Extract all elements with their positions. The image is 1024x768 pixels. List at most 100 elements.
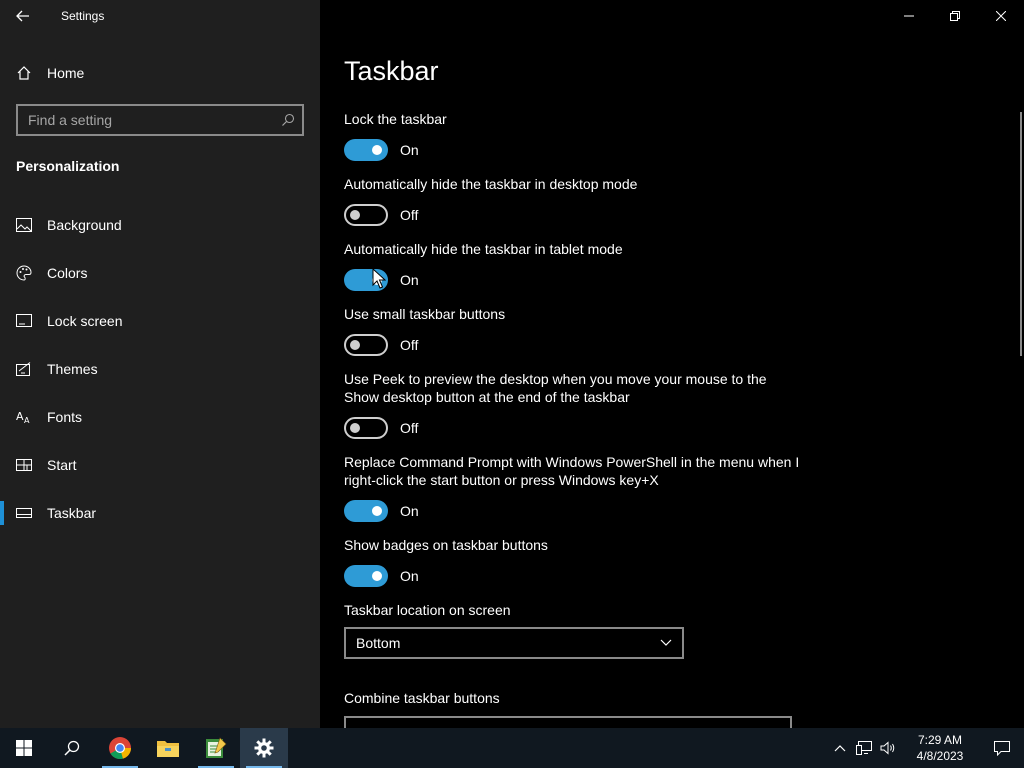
badges-toggle[interactable]	[344, 565, 388, 587]
sidebar-item-start[interactable]: Start	[0, 441, 320, 489]
window-controls	[886, 0, 1024, 32]
peek-setting: Use Peek to preview the desktop when you…	[344, 370, 804, 439]
autohide-desktop-toggle[interactable]	[344, 204, 388, 226]
lock-screen-icon	[16, 313, 32, 329]
toggle-knob	[350, 210, 360, 220]
themes-icon	[16, 361, 32, 377]
peek-toggle[interactable]	[344, 417, 388, 439]
file-explorer-taskbar-button[interactable]	[144, 728, 192, 768]
mouse-cursor-icon	[372, 268, 386, 289]
toggle-state: Off	[400, 420, 419, 436]
sidebar-item-label: Themes	[47, 361, 98, 377]
speaker-icon	[880, 741, 895, 755]
minimize-button[interactable]	[886, 0, 932, 32]
settings-taskbar-button[interactable]	[240, 728, 288, 768]
clock[interactable]: 7:29 AM 4/8/2023	[904, 732, 976, 764]
settings-list: Lock the taskbar On Automatically hide t…	[344, 110, 804, 673]
background-icon	[16, 217, 32, 233]
page-title: Taskbar	[344, 56, 439, 86]
section-title: Personalization	[16, 158, 120, 174]
settings-main: Taskbar Lock the taskbar On Automaticall…	[320, 0, 1024, 728]
sidebar-item-label: Start	[47, 457, 77, 473]
search-icon[interactable]	[274, 106, 302, 134]
setting-label: Automatically hide the taskbar in tablet…	[344, 241, 623, 257]
action-center-button[interactable]	[980, 728, 1024, 768]
lock-taskbar-toggle[interactable]	[344, 139, 388, 161]
toggle-state: Off	[400, 207, 419, 223]
gear-icon	[254, 738, 274, 758]
settings-sidebar: Settings Home Personalization Background…	[0, 0, 320, 728]
sidebar-item-themes[interactable]: Themes	[0, 345, 320, 393]
app-title: Settings	[61, 9, 105, 23]
small-buttons-toggle[interactable]	[344, 334, 388, 356]
sidebar-item-label: Lock screen	[47, 313, 123, 329]
home-nav-item[interactable]: Home	[0, 56, 320, 90]
volume-button[interactable]	[876, 728, 900, 768]
active-indicator	[0, 501, 4, 525]
sidebar-item-label: Taskbar	[47, 505, 97, 521]
search-box[interactable]	[16, 104, 304, 136]
minimize-icon	[904, 15, 914, 17]
restore-button[interactable]	[932, 0, 978, 32]
sidebar-item-lock-screen[interactable]: Lock screen	[0, 297, 320, 345]
taskbar: 7:29 AM 4/8/2023	[0, 728, 1024, 768]
setting-label: Automatically hide the taskbar in deskto…	[344, 176, 638, 192]
notepad-icon	[206, 737, 227, 758]
notification-icon	[994, 741, 1010, 756]
chrome-icon	[109, 737, 132, 760]
search-icon	[64, 740, 80, 756]
folder-icon	[157, 741, 179, 757]
colors-palette-icon	[16, 265, 32, 281]
sidebar-item-label: Fonts	[47, 409, 83, 425]
svg-text:A: A	[16, 410, 24, 423]
start-button[interactable]	[0, 728, 48, 768]
chevron-down-icon	[660, 639, 672, 646]
search-input[interactable]	[28, 112, 274, 128]
setting-label: Use Peek to preview the desktop when you…	[344, 371, 767, 405]
clock-time: 7:29 AM	[917, 733, 963, 747]
toggle-knob	[372, 571, 382, 581]
title-bar: Settings	[0, 0, 320, 32]
sidebar-item-fonts[interactable]: AA Fonts	[0, 393, 320, 441]
combine-label: Combine taskbar buttons	[344, 690, 500, 706]
taskbar-location-dropdown[interactable]: Bottom	[344, 627, 684, 659]
back-button[interactable]	[0, 0, 46, 32]
sidebar-item-taskbar[interactable]: Taskbar	[0, 489, 320, 537]
home-icon	[16, 65, 32, 81]
lock-taskbar-setting: Lock the taskbar On	[344, 110, 804, 161]
close-button[interactable]	[978, 0, 1024, 32]
badges-setting: Show badges on taskbar buttons On	[344, 536, 804, 587]
toggle-knob	[350, 340, 360, 350]
setting-label: Taskbar location on screen	[344, 602, 511, 618]
taskbar-search-button[interactable]	[48, 728, 96, 768]
scrollbar[interactable]	[1020, 112, 1022, 356]
sidebar-item-background[interactable]: Background	[0, 201, 320, 249]
home-label: Home	[47, 65, 85, 81]
autohide-desktop-setting: Automatically hide the taskbar in deskto…	[344, 175, 804, 226]
toggle-knob	[372, 145, 382, 155]
toggle-state: On	[400, 142, 419, 158]
svg-text:A: A	[24, 416, 30, 424]
back-arrow-icon	[16, 10, 29, 22]
fonts-icon: AA	[16, 409, 32, 425]
small-buttons-setting: Use small taskbar buttons Off	[344, 305, 804, 356]
sidebar-item-label: Colors	[47, 265, 88, 281]
combine-buttons-dropdown[interactable]	[344, 716, 792, 728]
dropdown-value: Bottom	[356, 635, 401, 651]
toggle-state: On	[400, 568, 419, 584]
sidebar-item-colors[interactable]: Colors	[0, 249, 320, 297]
toggle-state: On	[400, 272, 419, 288]
chevron-up-icon	[834, 745, 846, 752]
setting-label: Show badges on taskbar buttons	[344, 537, 548, 553]
system-tray: 7:29 AM 4/8/2023	[828, 728, 1024, 768]
toggle-state: On	[400, 503, 419, 519]
close-icon	[996, 11, 1006, 21]
sidebar-item-label: Background	[47, 217, 122, 233]
toggle-knob	[350, 423, 360, 433]
chrome-taskbar-button[interactable]	[96, 728, 144, 768]
network-button[interactable]	[852, 728, 876, 768]
setting-label: Use small taskbar buttons	[344, 306, 506, 322]
show-hidden-icons-button[interactable]	[828, 728, 852, 768]
powershell-toggle[interactable]	[344, 500, 388, 522]
notepad-taskbar-button[interactable]	[192, 728, 240, 768]
